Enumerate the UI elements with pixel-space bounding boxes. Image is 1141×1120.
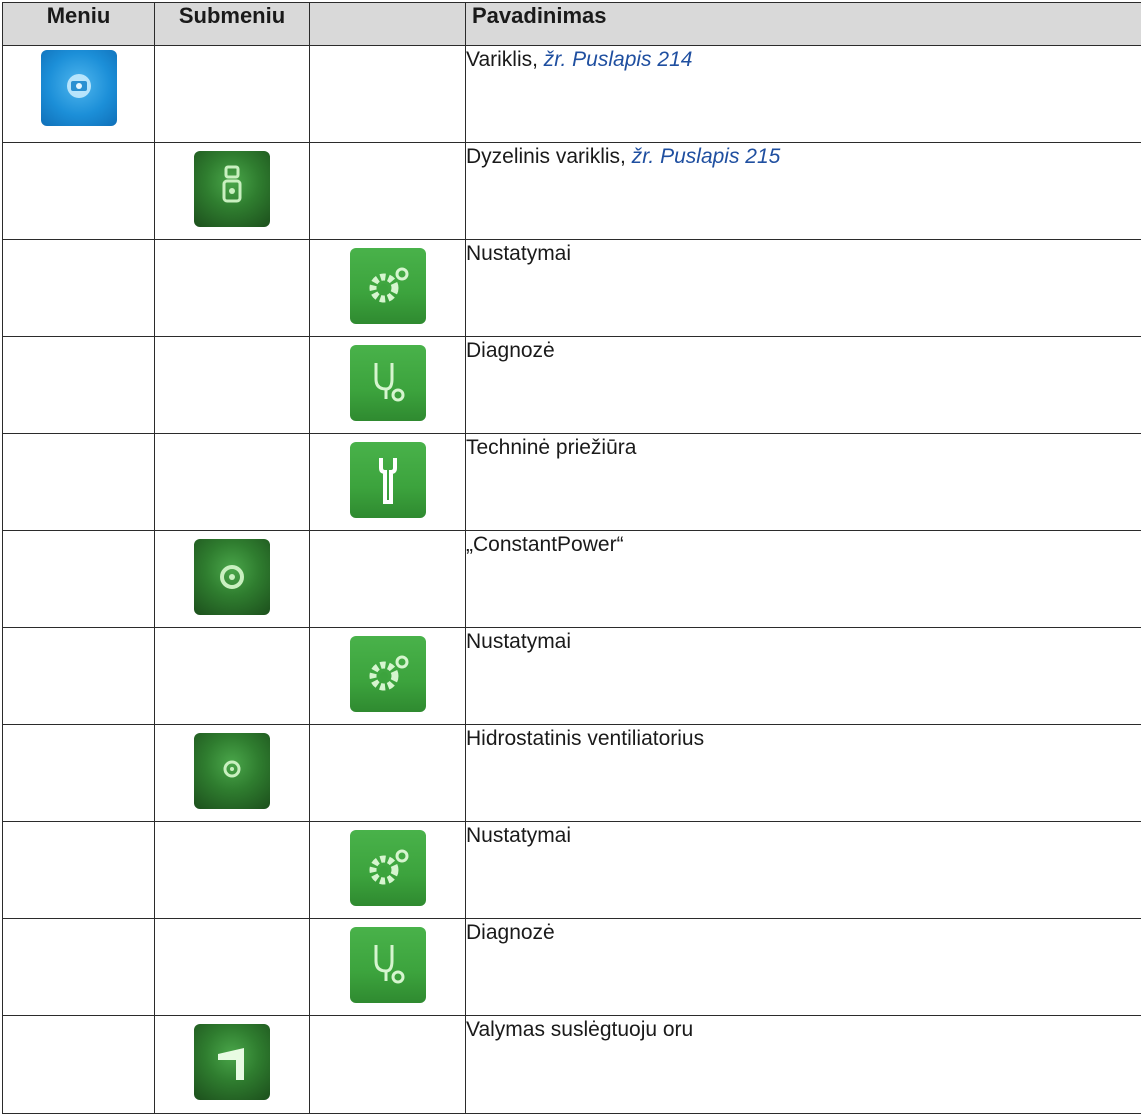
settings-gear-icon[interactable] (349, 248, 426, 324)
table-header-row: Meniu Submeniu Pavadinimas (2, 2, 1141, 46)
row-label: Nustatymai (466, 630, 572, 653)
row-label: Nustatymai (466, 824, 572, 847)
diagnosis-icon[interactable] (349, 345, 426, 421)
table-row: Diagnozė (2, 336, 1141, 434)
maintenance-wrench-icon[interactable] (349, 442, 426, 518)
header-extra (309, 2, 466, 46)
table-row: Hidrostatinis ventiliatorius (2, 724, 1141, 822)
row-label: „ConstantPower“ (466, 533, 624, 556)
row-name: Dyzelinis variklis, žr. Puslapis 215 (465, 142, 1141, 240)
row-label: Hidrostatinis ventiliatorius (466, 727, 705, 750)
table-row: Diagnozė (2, 918, 1141, 1016)
menu-structure-table: Meniu Submeniu Pavadinimas Variklis, žr.… (2, 2, 1141, 1114)
row-name: Diagnozė (465, 918, 1141, 1016)
table-row: Nustatymai (2, 821, 1141, 919)
row-name: Hidrostatinis ventiliatorius (465, 724, 1141, 822)
page-reference-link[interactable]: žr. Puslapis 215 (632, 145, 781, 168)
row-label: Variklis, (466, 48, 544, 71)
row-label: Diagnozė (466, 921, 555, 944)
compressed-air-cleaning-icon[interactable] (194, 1024, 270, 1100)
engine-menu-icon[interactable] (40, 50, 117, 126)
table-row: Variklis, žr. Puslapis 214 (2, 45, 1141, 143)
row-name: Variklis, žr. Puslapis 214 (465, 45, 1141, 143)
row-name: Nustatymai (465, 239, 1141, 337)
diesel-engine-icon[interactable] (194, 151, 270, 227)
row-name: Nustatymai (465, 627, 1141, 725)
page-reference-link[interactable]: žr. Puslapis 214 (544, 48, 693, 71)
row-label: Dyzelinis variklis, (466, 145, 632, 168)
row-name: Valymas suslėgtuoju oru (465, 1015, 1141, 1114)
header-submenu: Submeniu (154, 2, 310, 46)
row-name: Diagnozė (465, 336, 1141, 434)
row-name: Nustatymai (465, 821, 1141, 919)
table-row: Valymas suslėgtuoju oru (2, 1015, 1141, 1114)
row-label: Techninė priežiūra (466, 436, 637, 459)
table-row: „ConstantPower“ (2, 530, 1141, 628)
row-name: „ConstantPower“ (465, 530, 1141, 628)
table-row: Nustatymai (2, 627, 1141, 725)
constant-power-icon[interactable] (194, 539, 270, 615)
settings-gear-icon[interactable] (349, 636, 426, 712)
row-name: Techninė priežiūra (465, 433, 1141, 531)
table-row: Techninė priežiūra (2, 433, 1141, 531)
row-label: Nustatymai (466, 242, 572, 265)
row-label: Diagnozė (466, 339, 555, 362)
hydrostatic-fan-icon[interactable] (194, 733, 270, 809)
table-row: Nustatymai (2, 239, 1141, 337)
diagnosis-icon[interactable] (349, 927, 426, 1003)
settings-gear-icon[interactable] (349, 830, 426, 906)
header-name: Pavadinimas (465, 2, 1141, 46)
row-label: Valymas suslėgtuoju oru (466, 1018, 694, 1041)
header-menu: Meniu (2, 2, 155, 46)
table-row: Dyzelinis variklis, žr. Puslapis 215 (2, 142, 1141, 240)
